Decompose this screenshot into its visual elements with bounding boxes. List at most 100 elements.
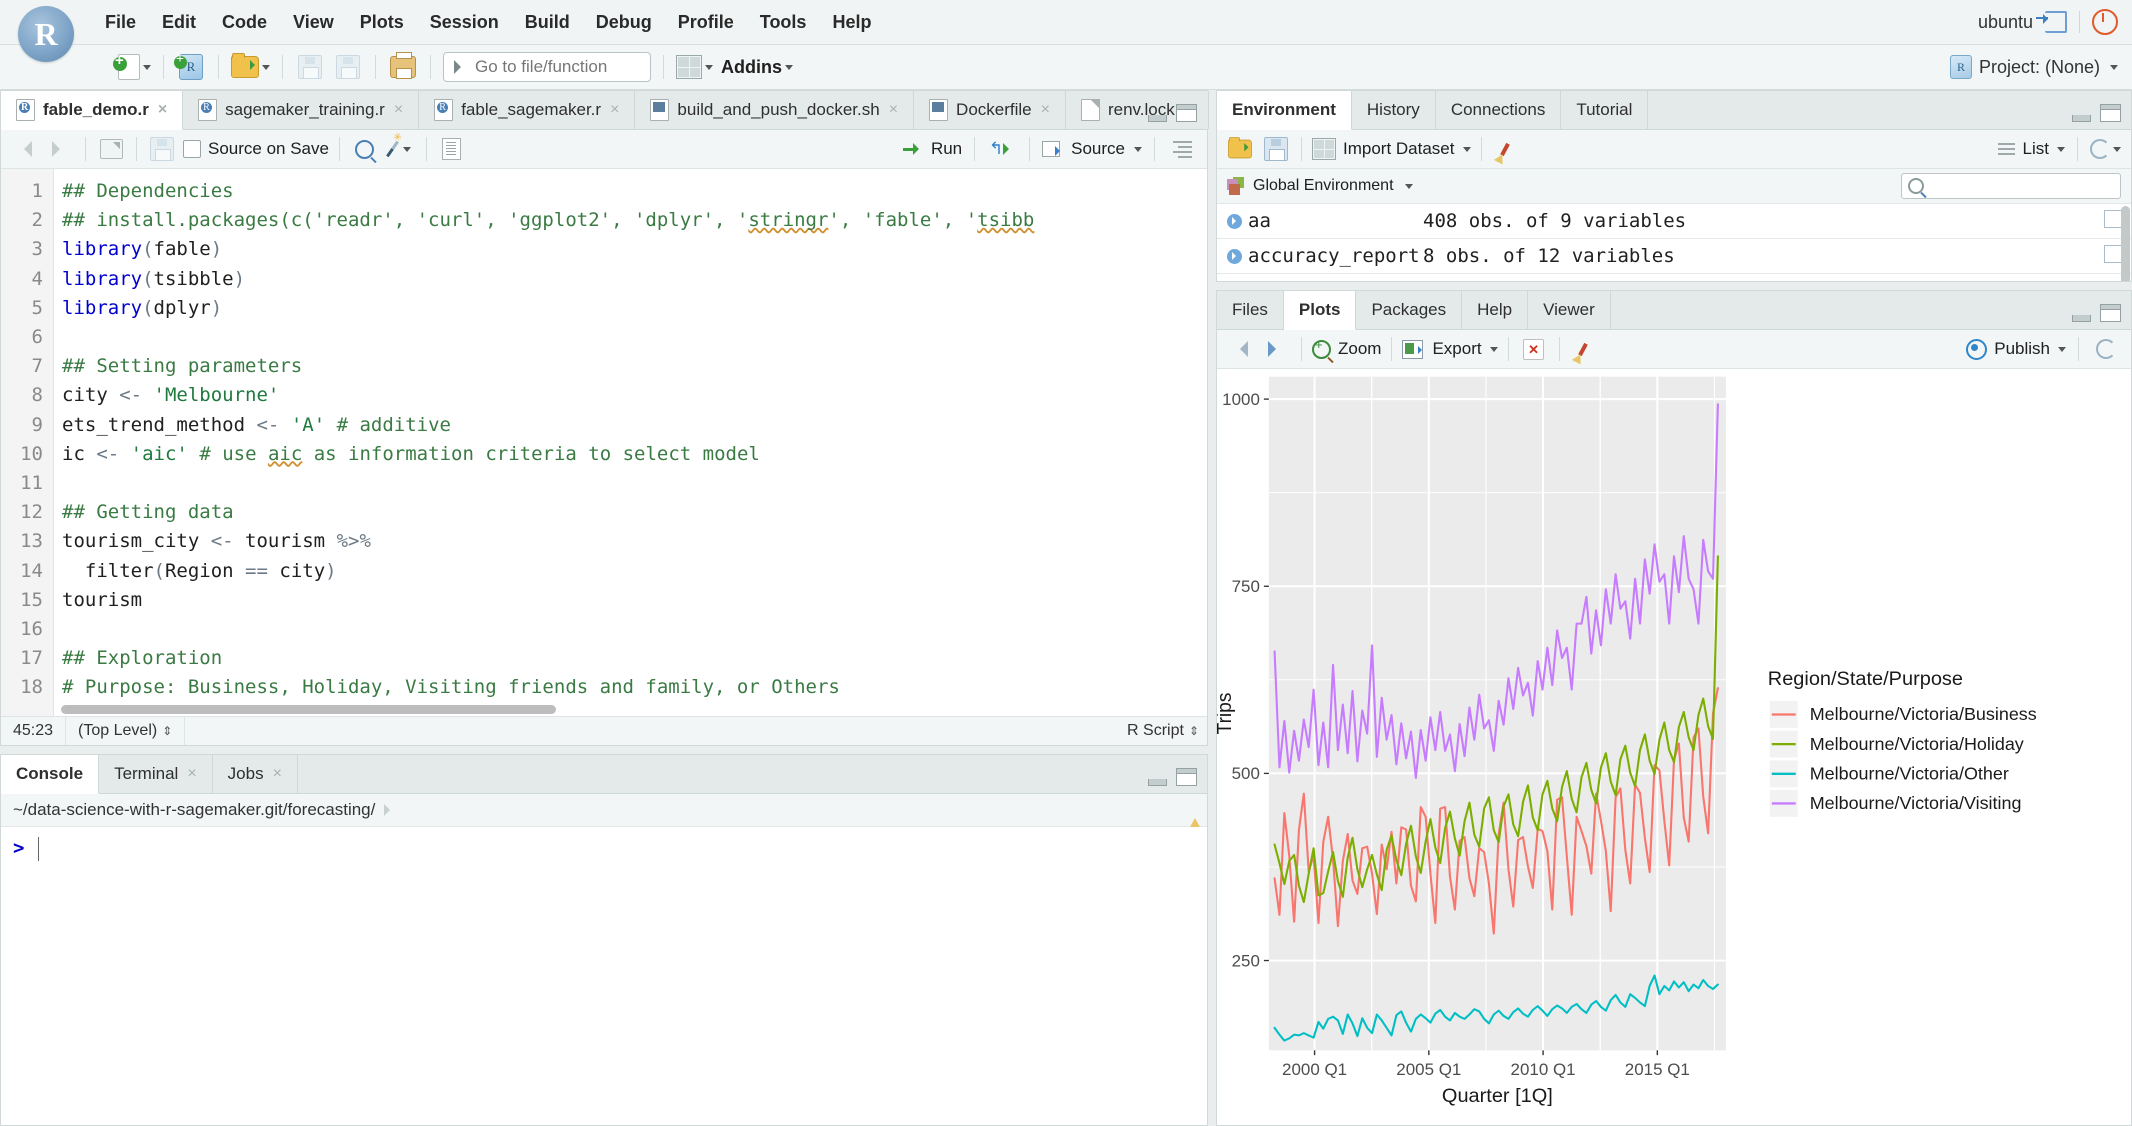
vertical-divider[interactable] — [1208, 90, 1216, 1126]
tab-files[interactable]: Files — [1217, 291, 1284, 329]
environment-scrollbar[interactable] — [2121, 206, 2130, 281]
show-in-new-window-button[interactable] — [96, 134, 126, 164]
source-tab-fable-sagemaker[interactable]: fable_sagemaker.r× — [419, 91, 635, 129]
save-workspace-button[interactable] — [1261, 134, 1291, 164]
code-line[interactable]: tourism — [62, 586, 1207, 615]
source-tab-fable-demo[interactable]: fable_demo.r× — [1, 91, 183, 130]
code-editor[interactable]: 123456789101112131415161718 ## Dependenc… — [1, 169, 1207, 716]
source-tab-build-and-push-docker[interactable]: build_and_push_docker.sh× — [635, 91, 914, 129]
code-line[interactable]: tourism_city <- tourism %>% — [62, 527, 1207, 556]
menu-code[interactable]: Code — [209, 8, 280, 37]
scope-selector[interactable]: (Top Level) ⇕ — [66, 717, 185, 745]
save-all-button[interactable] — [333, 52, 363, 82]
expand-icon[interactable] — [1227, 214, 1242, 229]
source-on-save-toggle[interactable]: Source on Save — [183, 134, 329, 164]
close-icon[interactable]: × — [187, 765, 196, 783]
clear-all-plots-button[interactable] — [1570, 334, 1600, 364]
horizontal-scrollbar[interactable] — [61, 705, 556, 714]
export-plot-button[interactable]: Export — [1402, 334, 1497, 364]
close-icon[interactable]: × — [273, 765, 282, 783]
sign-out-icon[interactable] — [2045, 11, 2067, 33]
find-replace-button[interactable] — [350, 134, 380, 164]
tab-jobs[interactable]: Jobs× — [213, 755, 298, 793]
environment-search-input[interactable] — [1901, 173, 2121, 199]
code-line[interactable]: # Purpose: Business, Holiday, Visiting f… — [62, 673, 1207, 702]
maximize-icon[interactable] — [2100, 304, 2121, 322]
menu-profile[interactable]: Profile — [665, 8, 747, 37]
load-workspace-button[interactable] — [1225, 134, 1255, 164]
expand-icon[interactable] — [1227, 249, 1242, 264]
tab-terminal[interactable]: Terminal× — [99, 755, 213, 793]
menu-debug[interactable]: Debug — [583, 8, 665, 37]
addins-button[interactable]: Addins — [721, 52, 793, 82]
zoom-plot-button[interactable]: Zoom — [1312, 334, 1381, 364]
menu-plots[interactable]: Plots — [347, 8, 417, 37]
forward-button[interactable] — [45, 134, 75, 164]
code-line[interactable]: filter(Region == city) — [62, 557, 1207, 586]
table-row[interactable]: aa 408 obs. of 9 variables — [1217, 204, 2131, 239]
rerun-button[interactable]: ↰ — [987, 134, 1017, 164]
minimize-icon[interactable] — [2072, 315, 2091, 322]
code-line[interactable]: ## Setting parameters — [62, 352, 1207, 381]
print-button[interactable] — [388, 52, 418, 82]
next-plot-button[interactable] — [1261, 334, 1291, 364]
minimize-icon[interactable] — [1148, 115, 1167, 122]
code-line[interactable]: ic <- 'aic' # use aic as information cri… — [62, 440, 1207, 469]
table-row[interactable]: boto3 Module(boto3) 🔍 — [1217, 274, 2131, 281]
code-line[interactable]: library(fable) — [62, 235, 1207, 264]
publish-button[interactable]: Publish — [1966, 334, 2066, 364]
previous-plot-button[interactable] — [1225, 334, 1255, 364]
open-directory-icon[interactable] — [384, 804, 396, 816]
code-line[interactable]: ## install.packages(c('readr', 'curl', '… — [62, 206, 1207, 235]
document-outline-button[interactable] — [1167, 134, 1197, 164]
open-file-button[interactable] — [231, 52, 270, 82]
source-tab-sagemaker-training[interactable]: sagemaker_training.r× — [183, 91, 419, 129]
environment-variable-list[interactable]: aa 408 obs. of 9 variables accuracy_repo… — [1217, 204, 2131, 281]
workbench-panes-button[interactable] — [676, 52, 713, 82]
code-line[interactable]: ## Getting data — [62, 498, 1207, 527]
code-text[interactable]: ## Dependencies## install.packages(c('re… — [54, 169, 1207, 716]
remove-plot-button[interactable] — [1519, 334, 1549, 364]
minimize-icon[interactable] — [2072, 115, 2091, 122]
code-line[interactable]: library(tsibble) — [62, 265, 1207, 294]
console-output[interactable]: > — [1, 827, 1207, 1125]
menu-view[interactable]: View — [280, 8, 347, 37]
compile-report-button[interactable] — [437, 134, 467, 164]
maximize-icon[interactable] — [1176, 768, 1197, 786]
menu-build[interactable]: Build — [512, 8, 583, 37]
source-tab-dockerfile[interactable]: Dockerfile× — [914, 91, 1066, 129]
goto-file-function-input[interactable]: Go to file/function — [443, 52, 651, 82]
menu-edit[interactable]: Edit — [149, 8, 209, 37]
tab-console[interactable]: Console — [1, 755, 99, 794]
horizontal-divider[interactable] — [1216, 282, 2132, 290]
save-source-button[interactable] — [147, 134, 177, 164]
table-row[interactable]: accuracy_report 8 obs. of 12 variables — [1217, 239, 2131, 274]
tab-history[interactable]: History — [1352, 91, 1436, 129]
code-tools-button[interactable] — [386, 134, 416, 164]
close-icon[interactable]: × — [889, 101, 898, 119]
maximize-icon[interactable] — [1176, 104, 1197, 122]
view-mode-selector[interactable]: List — [1998, 134, 2065, 164]
close-icon[interactable]: × — [158, 101, 167, 119]
clear-workspace-button[interactable] — [1492, 134, 1522, 164]
code-line[interactable] — [62, 615, 1207, 644]
code-line[interactable]: ## Dependencies — [62, 177, 1207, 206]
save-button[interactable] — [295, 52, 325, 82]
quit-session-icon[interactable] — [2092, 9, 2118, 35]
tab-help[interactable]: Help — [1462, 291, 1528, 329]
new-file-button[interactable] — [118, 52, 151, 82]
close-icon[interactable]: × — [1041, 101, 1050, 119]
menu-file[interactable]: File — [92, 8, 149, 37]
tab-viewer[interactable]: Viewer — [1528, 291, 1611, 329]
tab-packages[interactable]: Packages — [1356, 291, 1462, 329]
refresh-plot-button[interactable] — [2091, 334, 2121, 364]
tab-environment[interactable]: Environment — [1217, 91, 1352, 130]
maximize-icon[interactable] — [2100, 104, 2121, 122]
clear-console-button[interactable] — [1193, 800, 1197, 820]
tab-plots[interactable]: Plots — [1284, 291, 1357, 330]
tab-tutorial[interactable]: Tutorial — [1561, 91, 1648, 129]
project-selector[interactable]: R Project: (None) — [1950, 55, 2118, 79]
menu-session[interactable]: Session — [417, 8, 512, 37]
code-line[interactable] — [62, 323, 1207, 352]
new-project-button[interactable]: R — [176, 52, 206, 82]
